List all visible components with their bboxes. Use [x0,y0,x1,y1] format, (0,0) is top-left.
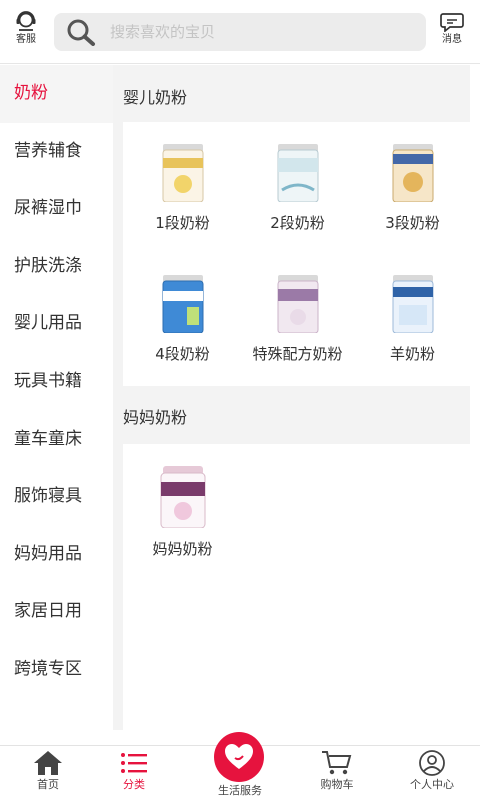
product-name: 2段奶粉 [270,214,325,232]
category-content: 婴儿奶粉 1段奶粉 2段奶粉 3段奶粉 4段奶粉 特殊配方奶粉 羊奶粉 妈妈奶粉… [113,65,480,730]
customer-service-button[interactable]: 客服 [6,10,46,54]
product-name: 羊奶粉 [389,345,435,363]
cart-icon [322,751,352,775]
nav-life-service-label: 生活服务 [218,784,262,797]
product-image-can [277,275,318,333]
section-title-infant-formula: 婴儿奶粉 [123,88,188,107]
product-image-can [162,275,203,333]
search-bar[interactable] [54,13,426,51]
product-name: 1段奶粉 [155,214,210,232]
nav-category-label: 分类 [123,778,145,791]
sidebar-item-baby-supplies[interactable]: 婴儿用品 [0,295,113,353]
message-icon [440,13,464,32]
sidebar-item-toys-books[interactable]: 玩具书籍 [0,353,113,411]
sidebar-item-strollers-cribs[interactable]: 童车童床 [0,411,113,469]
product-item-goat-milk[interactable]: 羊奶粉 [355,275,470,364]
product-name: 特殊配方奶粉 [252,345,343,363]
product-item-stage1[interactable]: 1段奶粉 [125,144,240,233]
product-item-mom-formula[interactable]: 妈妈奶粉 [125,466,240,559]
sidebar-item-diapers[interactable]: 尿裤湿巾 [0,180,113,238]
sidebar-item-cross-border[interactable]: 跨境专区 [0,641,113,699]
section-title-maternal-formula: 妈妈奶粉 [123,408,188,427]
top-bar: 客服 消息 [0,0,480,64]
customer-service-icon [16,11,36,31]
product-image-can [160,466,205,528]
nav-profile-label: 个人中心 [410,778,454,791]
product-image-can [392,144,433,202]
product-name: 3段奶粉 [385,214,440,232]
sidebar-item-mom-supplies[interactable]: 妈妈用品 [0,526,113,584]
customer-service-label: 客服 [16,34,36,45]
nav-home-label: 首页 [37,778,59,791]
home-icon [34,751,62,775]
search-input[interactable] [110,13,410,51]
sidebar-item-clothing-bedding[interactable]: 服饰寝具 [0,468,113,526]
message-label: 消息 [442,34,462,45]
sidebar-item-milk-powder[interactable]: 奶粉 [0,65,113,123]
nav-profile[interactable]: 个人中心 [384,746,480,800]
category-list-icon [121,753,147,773]
search-icon [67,19,95,46]
nav-life-service[interactable] [214,732,264,782]
maternal-formula-card: 妈妈奶粉 [123,444,470,730]
product-item-stage2[interactable]: 2段奶粉 [240,144,355,233]
nav-home[interactable]: 首页 [0,746,96,800]
nav-cart-label: 购物车 [320,778,354,791]
sidebar-item-nutrition[interactable]: 营养辅食 [0,123,113,181]
product-name: 4段奶粉 [155,345,210,363]
bottom-navigation: 首页 分类 生活服务 购物车 个人中心 [0,732,480,800]
product-image-can [277,144,318,202]
sidebar-item-skincare[interactable]: 护肤洗涤 [0,238,113,296]
nav-cart[interactable]: 购物车 [289,746,385,800]
message-button[interactable]: 消息 [432,10,472,54]
product-image-can [162,144,203,202]
product-item-stage3[interactable]: 3段奶粉 [355,144,470,233]
product-name: 妈妈奶粉 [152,540,213,558]
product-item-stage4[interactable]: 4段奶粉 [125,275,240,364]
product-image-can [392,275,433,333]
product-item-special-formula[interactable]: 特殊配方奶粉 [240,275,355,364]
content-right-gutter [470,65,480,730]
nav-category[interactable]: 分类 [86,746,182,800]
infant-formula-card: 1段奶粉 2段奶粉 3段奶粉 4段奶粉 特殊配方奶粉 羊奶粉 [123,122,470,386]
heart-icon [225,744,253,769]
profile-icon [419,750,445,776]
sidebar-item-household[interactable]: 家居日用 [0,583,113,641]
category-sidebar: 奶粉 营养辅食 尿裤湿巾 护肤洗涤 婴儿用品 玩具书籍 童车童床 服饰寝具 妈妈… [0,65,113,745]
